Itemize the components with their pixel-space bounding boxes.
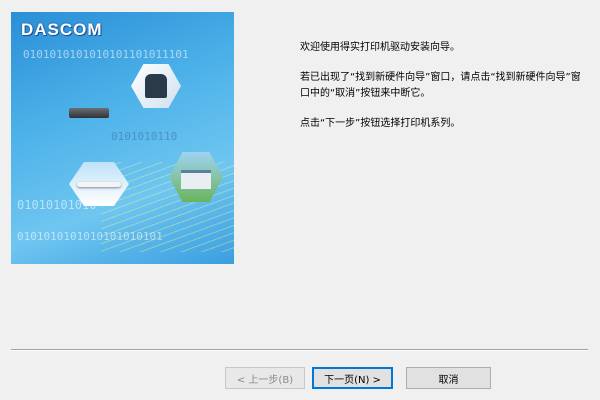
binary-decoration: 0101010110 (111, 130, 178, 143)
welcome-line: 欢迎使用得实打印机驱动安装向导。 (300, 42, 460, 53)
welcome-text: 欢迎使用得实打印机驱动安装向导。 若已出现了“找到新硬件向导”窗口，请点击“找到… (300, 40, 590, 146)
next-step-line: 点击“下一步”按钮选择打印机系列。 (300, 118, 461, 129)
handshake-icon (131, 64, 181, 108)
dascom-logo: DASCOM (21, 20, 103, 39)
instruction-line: 若已出现了“找到新硬件向导”窗口，请点击“找到新硬件向导”窗口中的“取消”按钮来… (300, 72, 581, 99)
cancel-button[interactable]: 取消 (406, 367, 491, 389)
printer-icon (69, 108, 109, 118)
installer-window: DASCOM 0101010101010101101011101 0101010… (0, 0, 600, 400)
next-button[interactable]: 下一页(N) > (312, 367, 393, 389)
footer-separator (11, 349, 588, 351)
binary-decoration: 01010101010 (17, 198, 97, 212)
binary-decoration: 0101010101010101010101 (17, 230, 163, 243)
back-button[interactable]: < 上一步(B) (225, 367, 305, 389)
wizard-banner-image: DASCOM 0101010101010101101011101 0101010… (11, 12, 234, 264)
binary-decoration: 0101010101010101101011101 (23, 48, 189, 61)
